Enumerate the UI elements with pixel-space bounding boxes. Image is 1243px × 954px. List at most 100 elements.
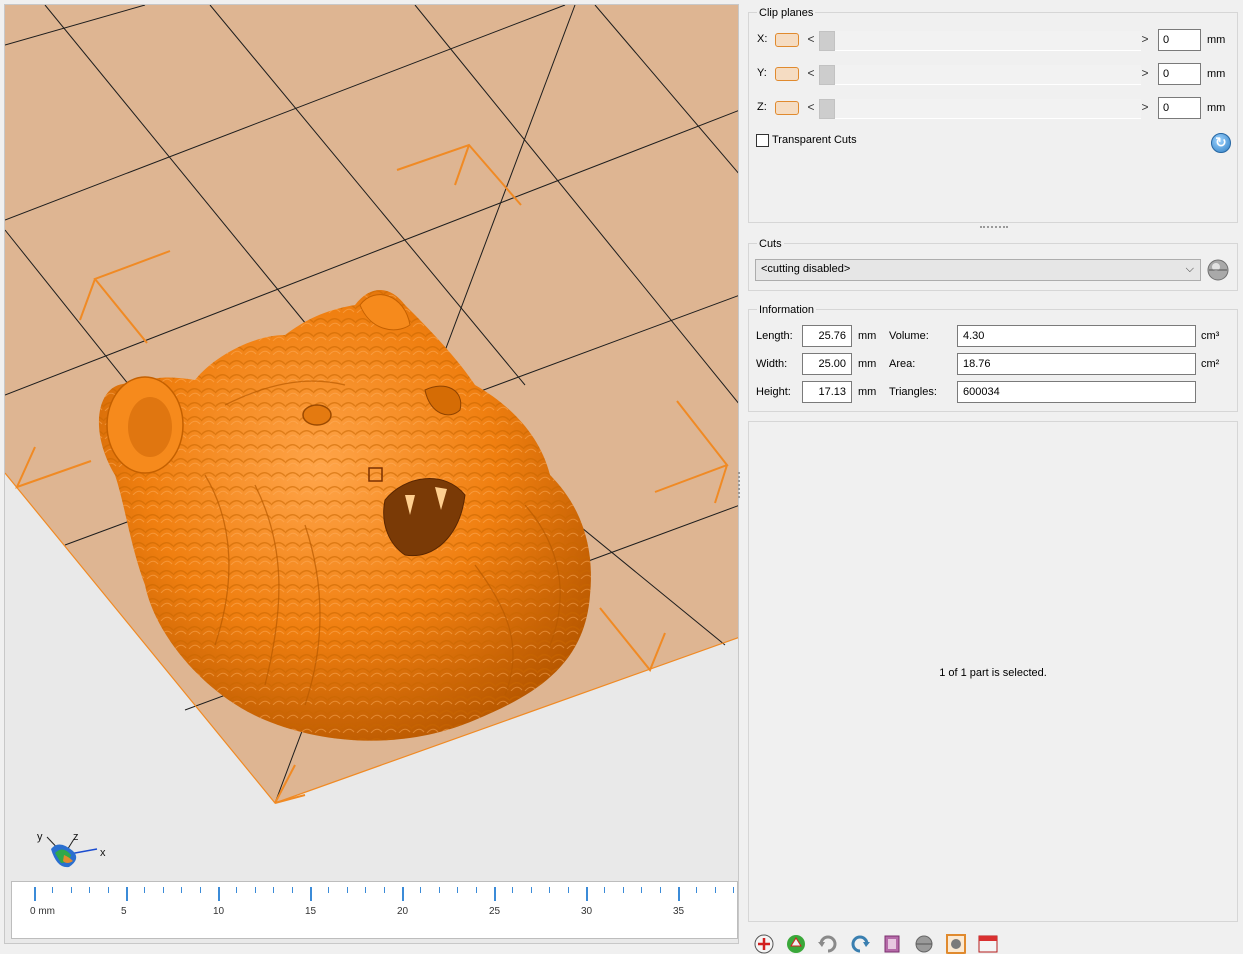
scene-canvas[interactable] <box>5 5 739 944</box>
clip-y-increase[interactable]: > <box>1139 66 1151 80</box>
ruler-minor-tick <box>733 887 735 893</box>
information-group: Information Length: 25.76 mm Width: 25.0… <box>748 304 1238 412</box>
clip-z-slider-thumb[interactable] <box>819 99 835 119</box>
ruler-minor-tick <box>549 887 551 893</box>
clip-axis-label: Y: <box>757 67 767 79</box>
ruler-minor-tick <box>199 887 201 893</box>
axis-label-y: y <box>37 831 43 843</box>
clip-y-slider[interactable] <box>819 65 1141 85</box>
clip-planes-title: Clip planes <box>757 7 816 19</box>
part-view-icon[interactable] <box>944 930 968 954</box>
clip-x-value-input[interactable] <box>1158 29 1201 51</box>
ruler-minor-tick <box>52 887 54 893</box>
ruler-label: 25 <box>489 906 501 917</box>
ruler-minor-tick <box>89 887 91 893</box>
clip-x-slider-thumb[interactable] <box>819 31 835 51</box>
volume-unit: cm³ <box>1201 330 1220 342</box>
ruler-minor-tick <box>346 887 348 893</box>
clip-y-decrease[interactable]: < <box>805 66 817 80</box>
ruler-major-tick <box>494 887 496 901</box>
ruler-minor-tick <box>659 887 661 893</box>
panel-splitter[interactable] <box>738 472 741 498</box>
ruler-minor-tick <box>641 887 643 893</box>
cuts-title: Cuts <box>757 238 784 250</box>
clip-x-slider[interactable] <box>819 31 1141 51</box>
length-unit: mm <box>858 330 877 342</box>
ruler-minor-tick <box>567 887 569 893</box>
bottom-toolbar <box>752 930 1242 954</box>
volume-label: Volume: <box>889 330 929 342</box>
redo-icon[interactable] <box>848 930 872 954</box>
ruler-minor-tick <box>714 887 716 893</box>
axis-gizmo: y z x <box>29 827 119 877</box>
clip-z-slider[interactable] <box>819 99 1141 119</box>
ruler-minor-tick <box>254 887 256 893</box>
ruler-major-tick <box>126 887 128 901</box>
ruler-major-tick <box>402 887 404 901</box>
ruler-label: 0 mm <box>30 906 55 917</box>
clip-row-z: Z: < > mm <box>757 97 1237 119</box>
ruler-minor-tick <box>70 887 72 893</box>
clip-y-toggle[interactable] <box>775 67 799 81</box>
measurement-ruler: 0 mm 5 10 15 20 25 30 35 <box>11 881 738 939</box>
add-part-icon[interactable] <box>752 930 776 954</box>
clip-z-increase[interactable]: > <box>1139 100 1151 114</box>
information-title: Information <box>757 304 817 316</box>
ruler-label: 15 <box>305 906 317 917</box>
clip-y-value-input[interactable] <box>1158 63 1201 85</box>
clip-axis-label: X: <box>757 33 768 45</box>
calendar-icon[interactable] <box>976 930 1000 954</box>
ruler-minor-tick <box>181 887 183 893</box>
clip-z-unit: mm <box>1207 102 1226 114</box>
cut-tool-icon[interactable] <box>1206 258 1230 282</box>
cuts-group: Cuts <cutting disabled> ⌵ <box>748 238 1238 291</box>
ruler-minor-tick <box>273 887 275 893</box>
ruler-minor-tick <box>291 887 293 893</box>
clip-y-unit: mm <box>1207 68 1226 80</box>
ruler-major-tick <box>678 887 680 901</box>
height-unit: mm <box>858 386 877 398</box>
clip-x-decrease[interactable]: < <box>805 32 817 46</box>
sphere-view-icon[interactable] <box>912 930 936 954</box>
ruler-minor-tick <box>144 887 146 893</box>
cuts-dropdown-value: <cutting disabled> <box>761 263 851 275</box>
reset-clip-icon[interactable] <box>1211 133 1231 153</box>
height-label: Height: <box>756 386 791 398</box>
volume-value: 4.30 <box>957 325 1196 347</box>
clip-x-unit: mm <box>1207 34 1226 46</box>
panel-resize-grip[interactable] <box>980 226 1008 229</box>
ruler-minor-tick <box>438 887 440 893</box>
clip-z-value-input[interactable] <box>1158 97 1201 119</box>
ruler-minor-tick <box>622 887 624 893</box>
ruler-major-tick <box>218 887 220 901</box>
clip-z-toggle[interactable] <box>775 101 799 115</box>
undo-icon[interactable] <box>816 930 840 954</box>
box-view-icon[interactable] <box>880 930 904 954</box>
chevron-down-icon: ⌵ <box>1185 263 1194 275</box>
clip-row-y: Y: < > mm <box>757 63 1237 85</box>
clip-row-x: X: < > mm <box>757 29 1237 51</box>
width-label: Width: <box>756 358 788 370</box>
height-value: 17.13 <box>802 381 852 403</box>
ruler-label: 35 <box>673 906 685 917</box>
ruler-minor-tick <box>696 887 698 893</box>
ruler-minor-tick <box>107 887 109 893</box>
repair-icon[interactable] <box>784 930 808 954</box>
ruler-minor-tick <box>365 887 367 893</box>
clip-x-toggle[interactable] <box>775 33 799 47</box>
clip-z-decrease[interactable]: < <box>805 100 817 114</box>
area-unit: cm² <box>1201 358 1220 370</box>
triangles-value: 600034 <box>957 381 1196 403</box>
ruler-major-tick <box>34 887 36 901</box>
area-value: 18.76 <box>957 353 1196 375</box>
clip-y-slider-thumb[interactable] <box>819 65 835 85</box>
ruler-label: 30 <box>581 906 593 917</box>
clip-planes-group: Clip planes X: < > mm Y: < > mm Z: < > m… <box>748 7 1238 223</box>
ruler-minor-tick <box>457 887 459 893</box>
3d-viewport[interactable]: y z x 0 mm 5 10 15 20 25 30 35 <box>4 4 739 944</box>
ruler-minor-tick <box>236 887 238 893</box>
cuts-dropdown[interactable]: <cutting disabled> ⌵ <box>755 259 1201 281</box>
clip-x-increase[interactable]: > <box>1139 32 1151 46</box>
axis-label-x: x <box>100 847 106 859</box>
transparent-cuts-checkbox[interactable] <box>756 134 769 147</box>
